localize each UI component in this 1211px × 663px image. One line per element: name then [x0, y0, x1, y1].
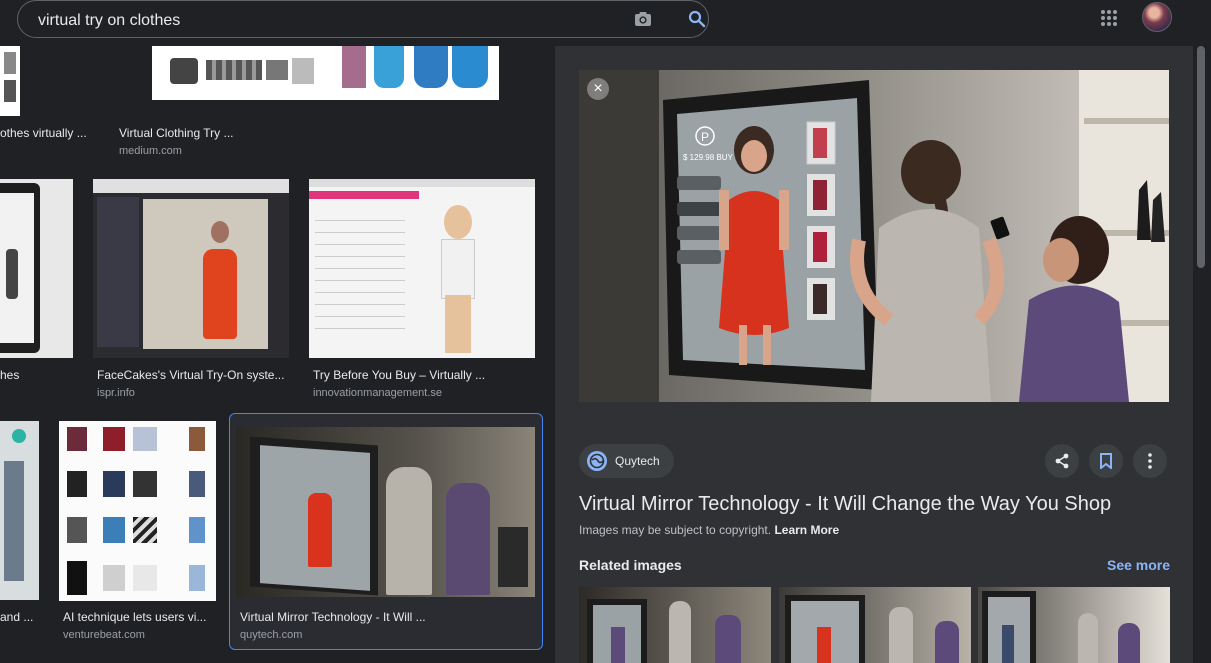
avatar[interactable] [1142, 2, 1172, 32]
bookmark-icon [1100, 453, 1112, 469]
result-thumbnail-2[interactable] [152, 46, 499, 100]
result-source: medium.com [119, 145, 182, 157]
mirror-price: $ 129.98 BUY [683, 153, 733, 162]
result-caption[interactable]: Try Before You Buy – Virtually ... [313, 368, 535, 382]
result-thumbnail-8[interactable] [236, 427, 535, 597]
result-thumbnail-5[interactable] [309, 179, 535, 358]
result-caption[interactable]: hes [0, 368, 70, 382]
site-name: Quytech [615, 454, 660, 468]
result-caption[interactable]: Virtual Mirror Technology - It Will ... [240, 610, 530, 624]
result-source: ispr.info [97, 387, 135, 399]
result-thumbnail-1[interactable] [0, 46, 20, 116]
search-input[interactable] [38, 10, 598, 32]
close-button[interactable]: × [587, 78, 609, 100]
site-chip[interactable]: Quytech [579, 444, 674, 478]
result-source: innovationmanagement.se [313, 387, 443, 399]
share-button[interactable] [1045, 444, 1079, 478]
result-thumbnail-7[interactable] [59, 421, 216, 601]
result-caption[interactable]: and ... [0, 610, 40, 624]
more-options-button[interactable] [1133, 444, 1167, 478]
search-box[interactable] [17, 0, 709, 38]
learn-more-link[interactable]: Learn More [774, 523, 839, 537]
mirror-letter: P [701, 130, 709, 144]
scrollbar-thumb[interactable] [1197, 46, 1205, 268]
search-icon[interactable] [688, 10, 706, 28]
globe-icon [587, 451, 607, 471]
save-button[interactable] [1089, 444, 1123, 478]
related-images-heading: Related images [579, 557, 682, 573]
result-thumbnail-3[interactable] [0, 179, 73, 358]
virtual-mirror-photo: P $ 129.98 BUY [579, 70, 1169, 402]
share-icon [1055, 453, 1069, 469]
top-bar [0, 0, 1211, 46]
copyright-notice: Images may be subject to copyright. Lear… [579, 523, 839, 537]
result-source: quytech.com [240, 629, 303, 641]
results-grid: othes virtually ... Virtual Clothing Try… [0, 46, 555, 663]
see-more-link[interactable]: See more [1107, 557, 1170, 573]
image-title[interactable]: Virtual Mirror Technology - It Will Chan… [579, 493, 1111, 516]
preview-image[interactable]: P $ 129.98 BUY [579, 70, 1169, 402]
related-image[interactable] [978, 587, 1170, 663]
related-image[interactable] [579, 587, 771, 663]
result-source: venturebeat.com [63, 629, 145, 641]
preview-panel: P $ 129.98 BUY × Quytech Virtual Mirror … [555, 46, 1193, 663]
page: othes virtually ... Virtual Clothing Try… [0, 0, 1211, 663]
apps-grid-icon[interactable] [1100, 9, 1118, 27]
result-thumbnail-4[interactable] [93, 179, 289, 358]
more-vert-icon [1148, 453, 1152, 469]
result-caption[interactable]: othes virtually ... [0, 126, 92, 140]
result-thumbnail-6[interactable] [0, 421, 39, 600]
result-caption[interactable]: FaceCakes's Virtual Try-On syste... [97, 368, 289, 382]
camera-icon[interactable] [634, 11, 652, 27]
related-image[interactable] [779, 587, 971, 663]
result-caption[interactable]: Virtual Clothing Try ... [119, 126, 299, 140]
copyright-text: Images may be subject to copyright. [579, 523, 772, 537]
result-caption[interactable]: AI technique lets users vi... [63, 610, 213, 624]
